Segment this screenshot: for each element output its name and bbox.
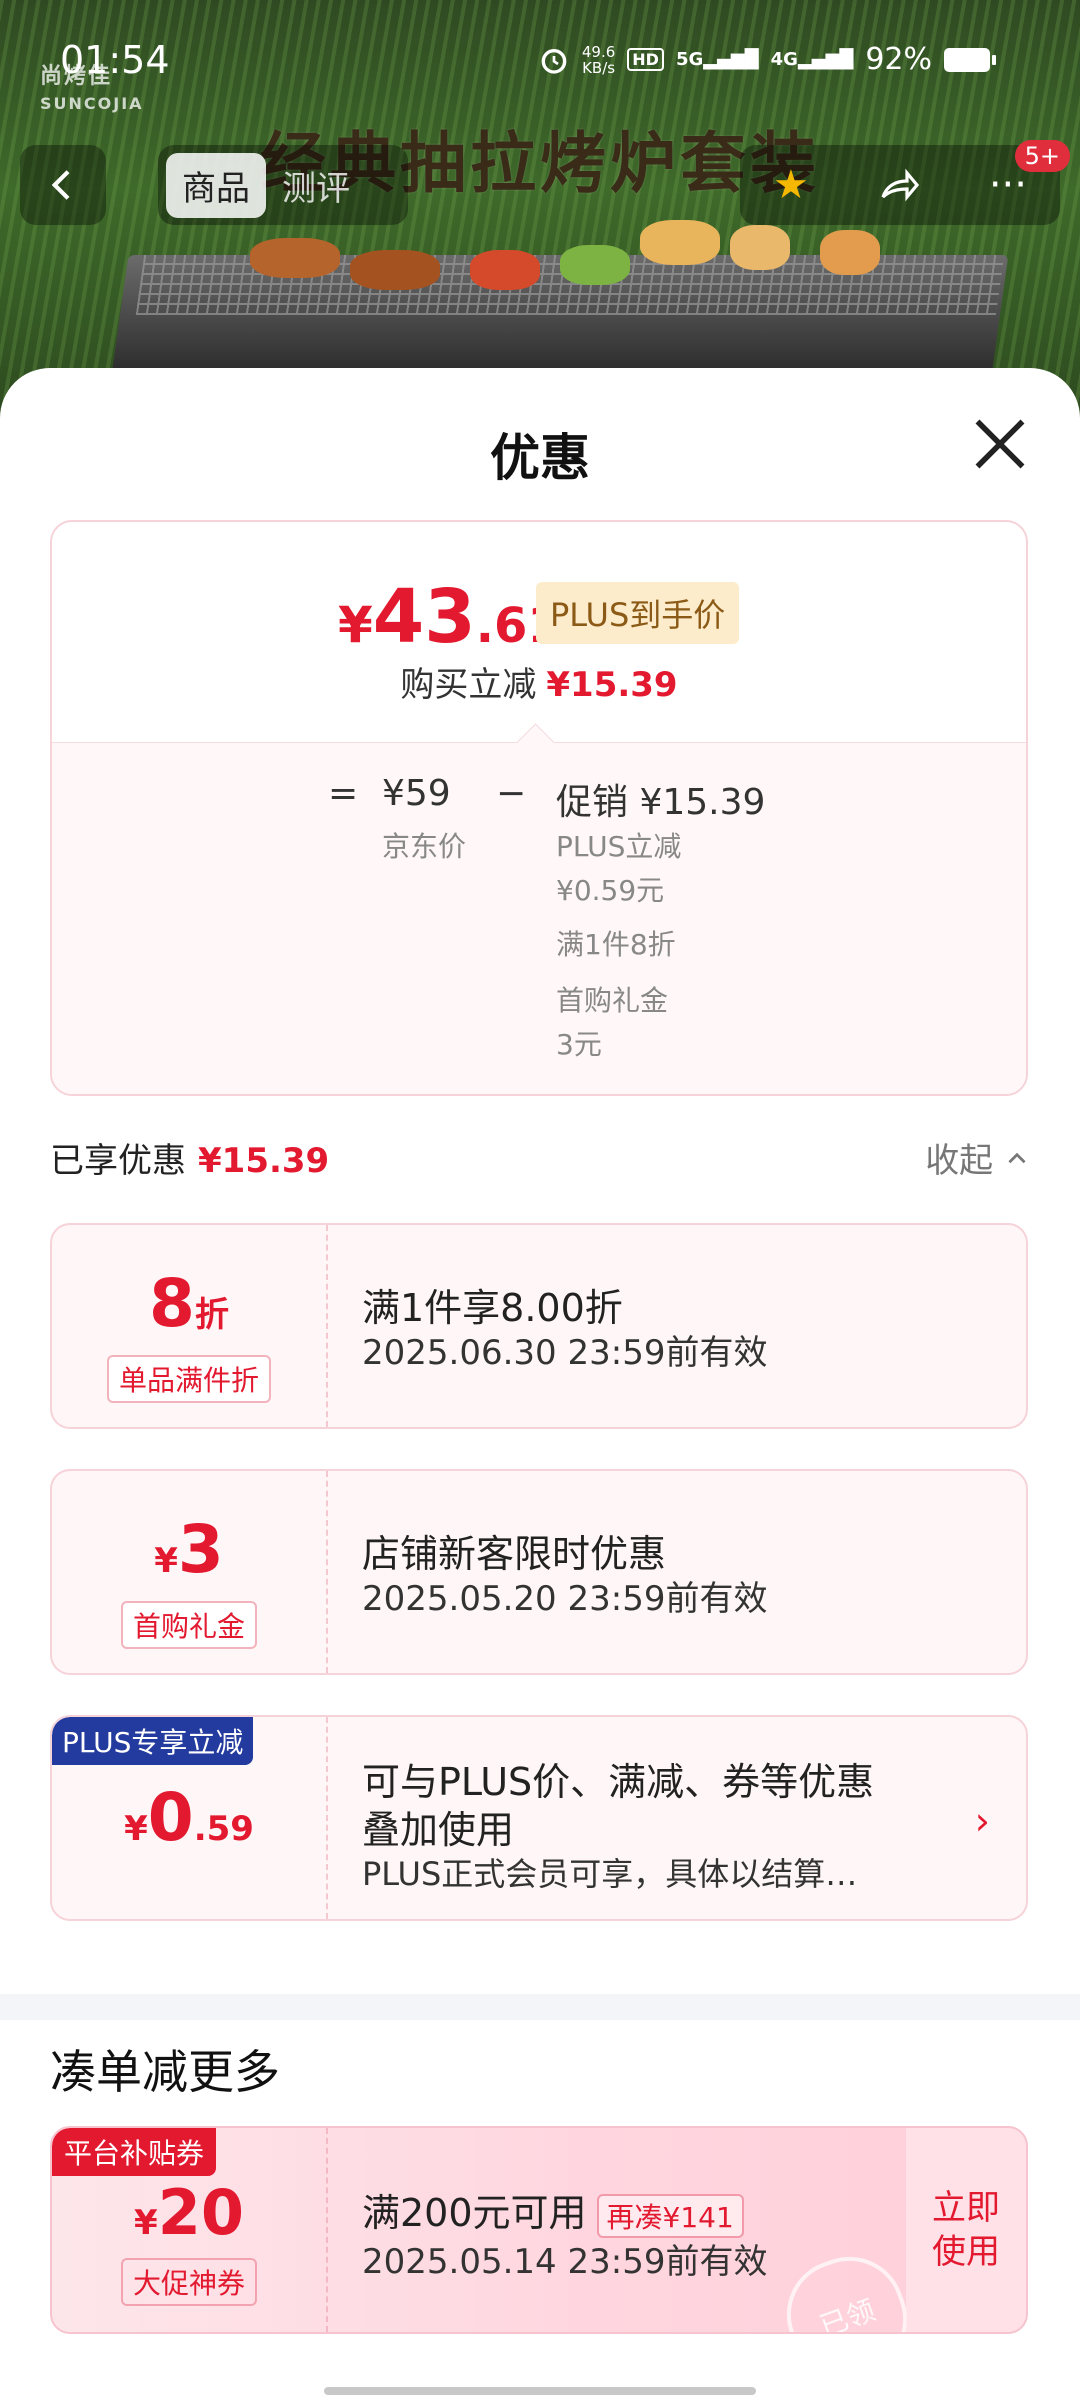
signal-5g-icon: 5G▂▄▆█ [675,49,759,70]
coupon-amount-area: 平台补贴券 ¥20 大促神券 [52,2128,328,2332]
coupon-amount-area: 8折 单品满件折 [52,1225,328,1427]
food-tofu [730,225,790,270]
coupon-title: 满1件享8.00折 [362,1286,623,1330]
coupon-expiry: 2025.06.30 23:59前有效 [362,1333,768,1373]
favorite-star-icon[interactable]: ★ [773,162,809,208]
close-icon[interactable] [970,414,1030,474]
coupon-amount-area: PLUS专享立减 ¥0.59 [52,1717,328,1919]
back-button[interactable] [20,145,106,225]
final-price: ¥43.61 [338,574,561,660]
top-actions: ★ ··· [740,145,1060,225]
coupon-kind: 大促神券 [120,2258,258,2306]
status-bar: 01:54 49.6 KB/s HD 5G▂▄▆█ 4G▂▄▆█ 92% [0,0,1080,120]
coupon-note: PLUS正式会员可享，具体以结算… [362,1855,858,1893]
coupon-expiry: 2025.05.14 23:59前有效 [362,2242,768,2282]
price-breakdown: = ¥59 京东价 − 促销 ¥15.39 PLUS立减 ¥0.59元 满1件8… [52,742,1026,1094]
chevron-left-icon [51,170,70,200]
sheet-title: 优惠 [490,429,590,487]
section-divider [0,1994,1080,2020]
coupon-title-2: 叠加使用 [362,1808,515,1852]
coupon-amount-area: ¥3 首购礼金 [52,1471,328,1673]
food-tofu [820,230,880,275]
promo-item: ¥0.59元 [556,874,665,907]
base-price: ¥59 [382,773,451,814]
hd-icon: HD [627,48,664,71]
promo-item: 满1件8折 [556,928,676,961]
plus-price-tag: PLUS到手价 [536,582,740,644]
enjoyed-discount: 已享优惠 ¥15.39 [50,1141,330,1181]
promo-item: 3元 [556,1028,602,1061]
food-skewer [640,220,720,265]
base-price-label: 京东价 [382,830,467,863]
plus-coupon-card[interactable]: PLUS专享立减 ¥0.59 可与PLUS价、满减、券等优惠 叠加使用 PLUS… [50,1715,1028,1921]
equals-sign: = [328,773,359,814]
coupon-title: 可与PLUS价、满减、券等优惠 [362,1760,875,1804]
promo-total: 促销 ¥15.39 [556,782,766,823]
net-speed: 49.6 KB/s [581,42,616,77]
use-now-button[interactable]: 立即使用 [906,2128,1026,2332]
food-sausage [250,238,340,278]
coupon-amount: ¥0.59 [124,1779,254,1856]
coupon-amount: ¥20 [134,2176,244,2249]
status-time: 01:54 [60,38,170,82]
battery-percent: 92% [865,42,932,77]
add-more-tag: 再凑¥141 [596,2193,744,2238]
tab-product[interactable]: 商品 [166,152,266,218]
coupon-kind: 单品满件折 [106,1355,272,1403]
claimed-stamp: 已领 [771,2241,923,2332]
collapse-button[interactable]: 收起 [925,1133,1030,1182]
coupon-card[interactable]: ¥3 首购礼金 店铺新客限时优惠 2025.05.20 23:59前有效 [50,1469,1028,1675]
minus-sign: − [496,773,527,814]
reduce-line: 购买立减 ¥15.39 [400,665,678,705]
coupon-title: 店铺新客限时优惠 [362,1532,667,1576]
coupon-title: 满200元可用 再凑¥141 [362,2182,744,2238]
coupon-amount: ¥3 [154,1511,224,1588]
alarm-icon [541,48,567,74]
price-summary: ¥43.61 PLUS到手价 购买立减 ¥15.39 [52,522,1026,742]
coupon-amount: 8折 [149,1265,229,1342]
chevron-up-icon [1008,1152,1026,1164]
price-card: ¥43.61 PLUS到手价 购买立减 ¥15.39 = ¥59 京东价 − 促销… [50,520,1028,1096]
battery-icon [944,47,996,72]
platform-subsidy-ribbon: 平台补贴券 [52,2128,217,2176]
promo-coupon-card[interactable]: 平台补贴券 ¥20 大促神券 满200元可用 再凑¥141 2025.05.14 … [50,2126,1028,2334]
discount-sheet: 优惠 ¥43.61 PLUS到手价 购买立减 ¥15.39 = ¥59 京东价 −… [0,368,1080,2400]
coupon-kind: 首购礼金 [120,1601,258,1649]
top-tabs: 商品 测评 [158,145,408,225]
food-skewer [560,245,630,285]
food-skewer [470,250,540,290]
share-icon[interactable] [875,161,923,209]
chevron-right-icon[interactable]: › [975,1799,990,1843]
status-icons: 49.6 KB/s HD 5G▂▄▆█ 4G▂▄▆█ 92% [538,42,996,77]
tab-review[interactable]: 测评 [266,153,366,218]
promo-item: PLUS立减 [556,830,682,863]
promo-item: 首购礼金 [556,984,669,1017]
signal-4g-icon: 4G▂▄▆█ [770,49,854,70]
coupon-expiry: 2025.05.20 23:59前有效 [362,1579,768,1619]
message-count-badge: 5+ [1014,140,1070,172]
home-indicator[interactable] [324,2387,756,2395]
coupon-card[interactable]: 8折 单品满件折 满1件享8.00折 2025.06.30 23:59前有效 [50,1223,1028,1429]
food-sausage [350,250,440,290]
section-title: 凑单减更多 [50,2045,280,2099]
plus-ribbon: PLUS专享立减 [52,1717,254,1765]
